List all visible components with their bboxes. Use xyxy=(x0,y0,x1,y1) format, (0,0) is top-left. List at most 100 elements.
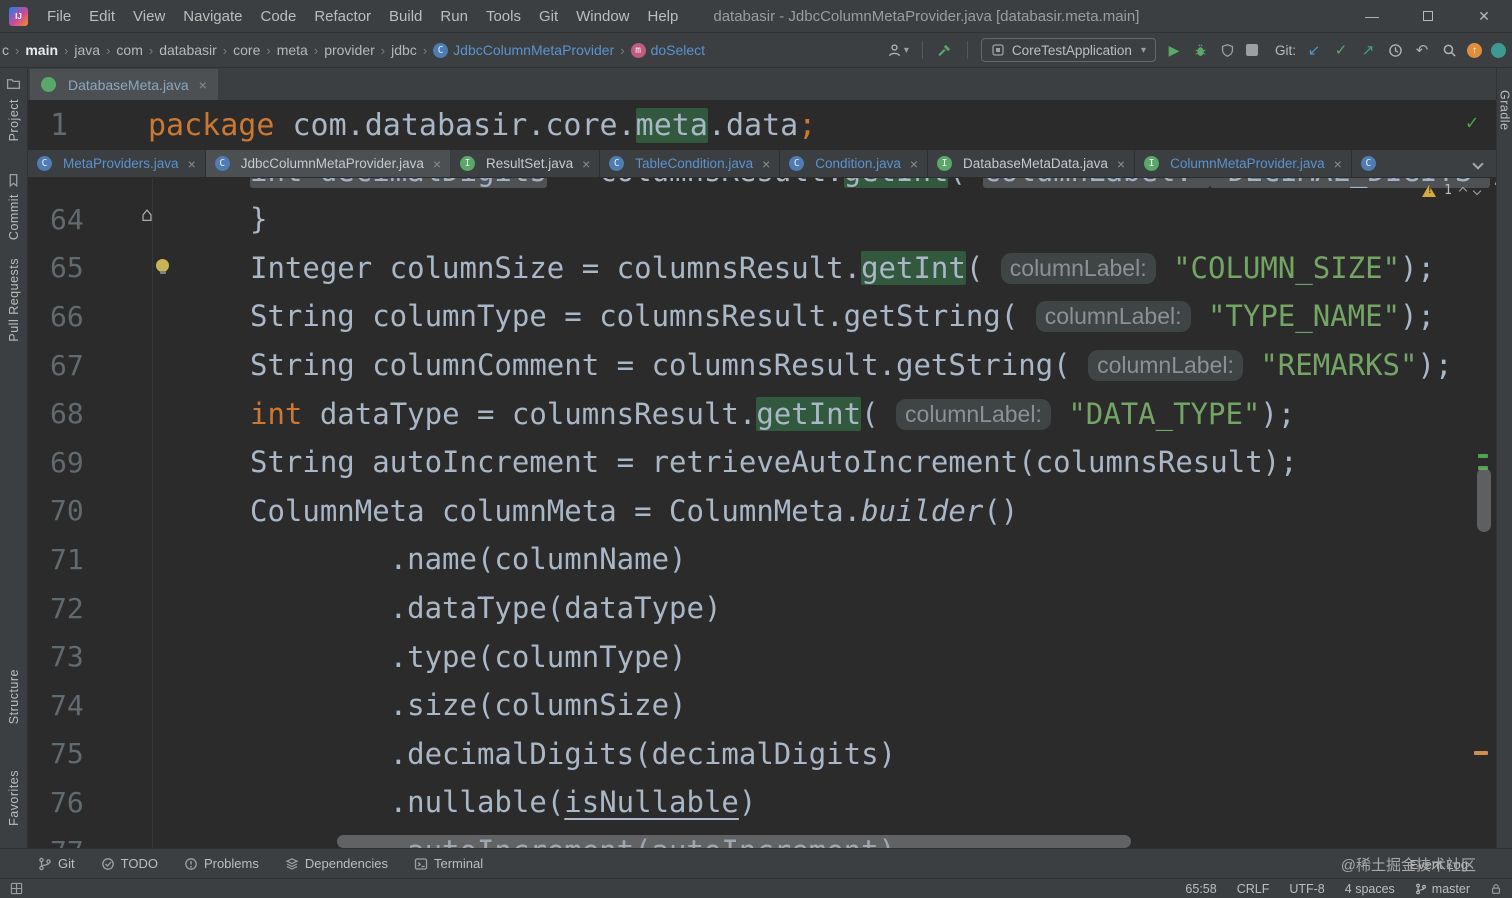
code-editor[interactable]: 63int decimalDigits = columnsResult.getI… xyxy=(28,178,1496,848)
horizontal-scrollbar[interactable] xyxy=(337,835,1131,848)
breadcrumb-item-java[interactable]: java xyxy=(72,40,102,60)
build-project-button[interactable] xyxy=(936,43,954,58)
menu-window[interactable]: Window xyxy=(567,2,638,31)
fold-marker-icon[interactable]: ⌂ xyxy=(141,202,153,226)
bookmark-icon[interactable] xyxy=(6,173,21,188)
menu-tools[interactable]: Tools xyxy=(477,2,530,31)
git-branch-widget[interactable]: master xyxy=(1415,882,1470,896)
tool-window-switcher-icon[interactable] xyxy=(10,882,23,895)
menu-file[interactable]: File xyxy=(38,2,80,31)
menu-help[interactable]: Help xyxy=(639,2,688,31)
breadcrumb-item-jdbc[interactable]: jdbc xyxy=(389,40,419,60)
menu-build[interactable]: Build xyxy=(380,2,431,31)
next-problem-icon[interactable] xyxy=(1472,186,1482,195)
rollback-button[interactable]: ↶ xyxy=(1413,41,1431,59)
breadcrumb-item-doselect[interactable]: m doSelect xyxy=(629,40,707,60)
tool-window-favorites[interactable]: Favorites xyxy=(7,770,21,826)
code-line-73[interactable]: 73 .type(columnType) xyxy=(28,632,1496,681)
file-encoding[interactable]: UTF-8 xyxy=(1289,882,1324,896)
breadcrumb-item-meta[interactable]: meta xyxy=(275,40,310,60)
breadcrumb-item-c[interactable]: c xyxy=(0,40,11,60)
code-line-72[interactable]: 72 .dataType(dataType) xyxy=(28,583,1496,633)
tab-list-chevron-icon[interactable] xyxy=(1472,157,1484,170)
code-line-65[interactable]: 65 Integer columnSize = columnsResult.get… xyxy=(28,243,1496,293)
toolwindow-button-terminal[interactable]: Terminal xyxy=(414,856,483,871)
code-line-63[interactable]: 63int decimalDigits = columnsResult.getI… xyxy=(28,178,1496,195)
git-commit-button[interactable]: ✓ xyxy=(1332,41,1350,59)
menu-refactor[interactable]: Refactor xyxy=(305,2,380,31)
project-folder-icon[interactable] xyxy=(6,76,21,91)
tab-partial[interactable]: C xyxy=(1352,150,1396,177)
menu-code[interactable]: Code xyxy=(251,2,305,31)
breadcrumb-item-jdbccolumnmetaprovider[interactable]: C JdbcColumnMetaProvider xyxy=(431,40,616,60)
toolwindow-button-todo[interactable]: TODO xyxy=(101,856,158,871)
history-button[interactable] xyxy=(1386,43,1404,58)
git-update-button[interactable]: ↙ xyxy=(1305,41,1323,59)
code-line-68[interactable]: 68 int dataType = columnsResult.getInt( c… xyxy=(28,389,1496,438)
toolwindow-button-problems[interactable]: Problems xyxy=(184,856,259,871)
run-button[interactable]: ▶ xyxy=(1165,42,1183,59)
code-line-74[interactable]: 74 .size(columnSize) xyxy=(28,680,1496,730)
zoomed-editor-line[interactable]: 1 package com.databasir.core.meta.data; … xyxy=(28,100,1496,150)
intention-bulb-icon[interactable] xyxy=(156,259,169,274)
inspection-ok-icon[interactable]: ✓ xyxy=(1466,110,1478,134)
tab-close-icon[interactable]: × xyxy=(433,156,441,172)
menu-navigate[interactable]: Navigate xyxy=(174,2,251,31)
debug-button[interactable] xyxy=(1192,43,1210,58)
lock-icon[interactable] xyxy=(1490,883,1502,895)
tab-close-icon[interactable]: × xyxy=(188,156,196,172)
code-line-71[interactable]: 71 .name(columnName) xyxy=(28,535,1496,584)
tab-close-icon[interactable]: × xyxy=(910,156,918,172)
stop-button[interactable] xyxy=(1245,44,1258,56)
breadcrumb-item-provider[interactable]: provider xyxy=(322,40,377,60)
code-line-76[interactable]: 76 .nullable(isNullable) xyxy=(28,778,1496,827)
vertical-scrollbar[interactable] xyxy=(1477,468,1491,532)
tab-condition-java[interactable]: C Condition.java × xyxy=(780,150,929,177)
ide-update-icon[interactable]: ↑ xyxy=(1467,42,1482,58)
tool-window-project[interactable]: Project xyxy=(7,99,21,141)
run-configuration-select[interactable]: CoreTestApplication ▾ xyxy=(980,38,1156,62)
tool-window-gradle[interactable]: Gradle xyxy=(1498,90,1512,131)
maximize-icon[interactable] xyxy=(1400,8,1456,24)
toolwindow-button-git[interactable]: Git xyxy=(38,856,75,871)
close-icon[interactable]: ✕ xyxy=(1456,8,1512,25)
code-line-64[interactable]: 64} xyxy=(28,195,1496,244)
tab-close-icon[interactable]: × xyxy=(199,77,207,93)
tab-close-icon[interactable]: × xyxy=(582,156,590,172)
code-line-66[interactable]: 66 String columnType = columnsResult.getS… xyxy=(28,292,1496,341)
minimize-icon[interactable]: — xyxy=(1344,8,1400,24)
menu-edit[interactable]: Edit xyxy=(80,2,124,31)
git-push-button[interactable]: ↗ xyxy=(1359,41,1377,59)
tab-close-icon[interactable]: × xyxy=(762,156,770,172)
tab-close-icon[interactable]: × xyxy=(1334,156,1342,172)
tab-columnmetaprovider-java[interactable]: I ColumnMetaProvider.java × xyxy=(1135,150,1352,177)
tab-metaproviders-java[interactable]: C MetaProviders.java × xyxy=(28,150,206,177)
search-everywhere-button[interactable] xyxy=(1440,43,1458,58)
breadcrumb-item-com[interactable]: com xyxy=(114,40,144,60)
caret-position[interactable]: 65:58 xyxy=(1185,882,1216,896)
code-line-67[interactable]: 67 String columnComment = columnsResult.g… xyxy=(28,340,1496,390)
previous-problem-icon[interactable] xyxy=(1458,186,1468,195)
tab-tablecondition-java[interactable]: C TableCondition.java × xyxy=(600,150,781,177)
breadcrumb-item-main[interactable]: main xyxy=(23,40,60,60)
notification-icon[interactable] xyxy=(1491,42,1506,58)
inspections-widget[interactable]: 1 xyxy=(1422,183,1482,198)
tab-resultset-java[interactable]: I ResultSet.java × xyxy=(451,150,601,177)
tab-databasemeta-java[interactable]: C DatabaseMeta.java × xyxy=(30,69,218,100)
tab-close-icon[interactable]: × xyxy=(1117,156,1125,172)
menu-git[interactable]: Git xyxy=(530,2,567,31)
breadcrumb-item-databasir[interactable]: databasir xyxy=(157,40,219,60)
code-line-75[interactable]: 75 .decimalDigits(decimalDigits) xyxy=(28,729,1496,779)
user-account-button[interactable]: ▾ xyxy=(887,43,909,58)
tab-databasemetadata-java[interactable]: I DatabaseMetaData.java × xyxy=(928,150,1136,177)
tool-window-structure[interactable]: Structure xyxy=(7,669,21,724)
toolwindow-button-dependencies[interactable]: Dependencies xyxy=(285,856,388,871)
menu-view[interactable]: View xyxy=(124,2,174,31)
run-with-coverage-button[interactable] xyxy=(1219,43,1237,58)
code-line-69[interactable]: 69 String autoIncrement = retrieveAutoInc… xyxy=(28,437,1496,487)
menu-run[interactable]: Run xyxy=(431,2,477,31)
code-line-70[interactable]: 70 ColumnMeta columnMeta = ColumnMeta.bui… xyxy=(28,486,1496,536)
breadcrumb-item-core[interactable]: core xyxy=(231,40,262,60)
indent-setting[interactable]: 4 spaces xyxy=(1345,882,1395,896)
tool-window-commit[interactable]: Commit xyxy=(7,194,21,240)
